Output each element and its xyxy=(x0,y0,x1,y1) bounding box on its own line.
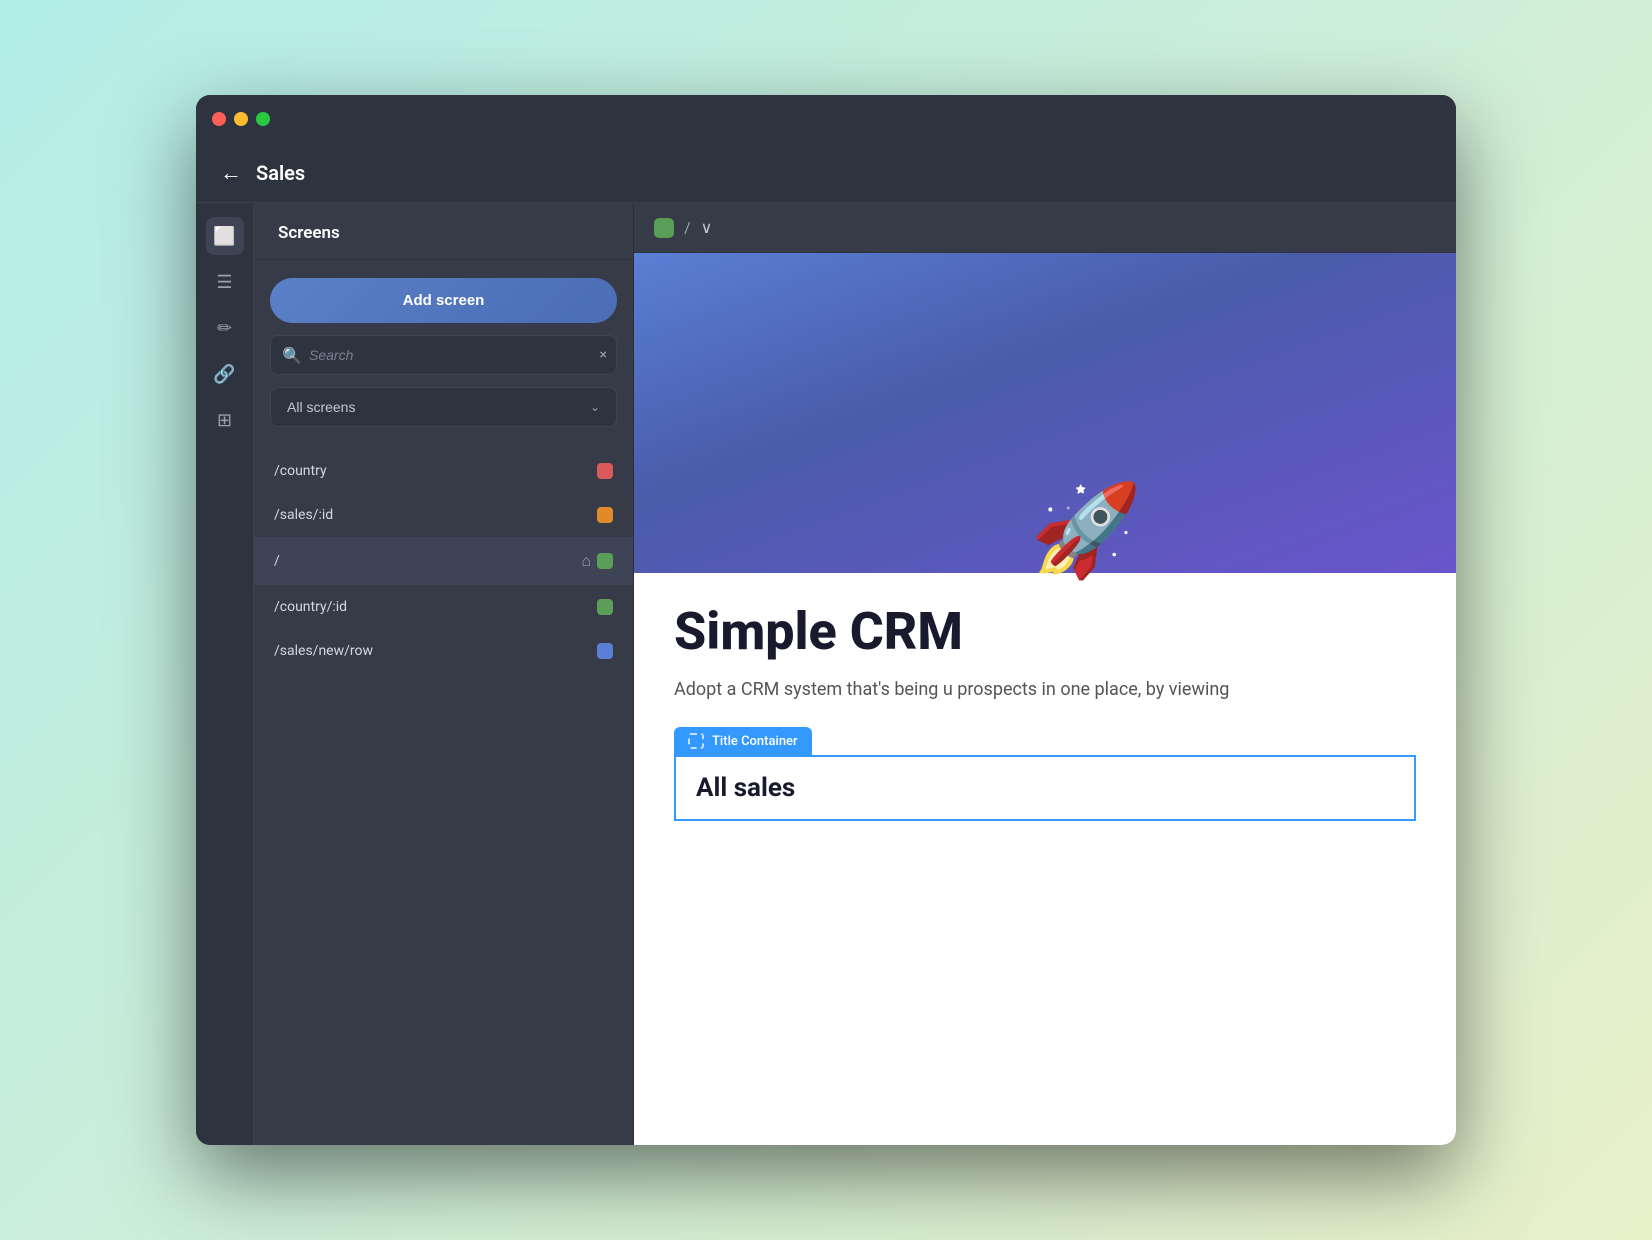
screen-item-sales-id[interactable]: /sales/:id xyxy=(254,493,633,537)
app-window: ← Sales ⬜ ☰ ✏ 🔗 ⊞ Screens xyxy=(196,95,1456,1145)
screen-color-indicator xyxy=(597,643,613,659)
preview-body: Simple CRM Adopt a CRM system that's bei… xyxy=(634,573,1456,1145)
preview-hero: 🚀 xyxy=(634,253,1456,573)
sidebar-item-table[interactable]: ⊞ xyxy=(206,401,244,439)
preview-description: Adopt a CRM system that's being u prospe… xyxy=(674,676,1416,703)
screen-item-sales-new-row[interactable]: /sales/new/row xyxy=(254,629,633,673)
panel-header: Screens xyxy=(254,203,633,260)
screen-item-icons xyxy=(597,507,613,523)
screen-item-root[interactable]: / ⌂ xyxy=(254,537,633,585)
list-icon: ☰ xyxy=(216,272,232,293)
screen-item-icons: ⌂ xyxy=(581,551,613,571)
close-button[interactable] xyxy=(212,112,226,126)
canvas-toolbar: / ∨ xyxy=(634,203,1456,253)
preview-content: 🚀 Simple CRM Adopt a CRM system that's b… xyxy=(634,253,1456,1145)
sidebar-item-brush[interactable]: ✏ xyxy=(206,309,244,347)
panel-title: Screens xyxy=(278,223,340,243)
brush-icon: ✏ xyxy=(217,318,232,339)
sidebar-item-screens[interactable]: ⬜ xyxy=(206,217,244,255)
app-title: Sales xyxy=(256,161,305,185)
toolbar-slash: / xyxy=(684,218,691,237)
screens-filter-dropdown: All screens ⌄ xyxy=(270,387,617,427)
all-sales-box: All sales xyxy=(674,755,1416,821)
screen-item-icons xyxy=(597,599,613,615)
preview-title: Simple CRM xyxy=(674,603,1416,660)
maximize-button[interactable] xyxy=(256,112,270,126)
rocket-emoji: 🚀 xyxy=(1030,478,1142,583)
add-screen-button[interactable]: Add screen xyxy=(270,278,617,323)
toolbar-color-box xyxy=(654,218,674,238)
search-container: 🔍 × xyxy=(270,335,617,375)
panel-body: Add screen 🔍 × All screens ⌄ xyxy=(254,260,633,445)
screen-item-icons xyxy=(597,643,613,659)
screen-path: /country xyxy=(274,463,597,479)
canvas-viewport: 🚀 Simple CRM Adopt a CRM system that's b… xyxy=(634,253,1456,1145)
dropdown-selected-label: All screens xyxy=(287,399,355,415)
chevron-down-icon: ⌄ xyxy=(590,400,600,414)
traffic-lights xyxy=(212,112,270,126)
screen-item-icons xyxy=(597,463,613,479)
title-container-section: Title Container All sales xyxy=(674,727,1416,821)
search-input[interactable] xyxy=(270,335,617,375)
sidebar-item-link[interactable]: 🔗 xyxy=(206,355,244,393)
table-icon: ⊞ xyxy=(217,410,232,431)
home-icon: ⌂ xyxy=(581,551,591,571)
titlebar xyxy=(196,95,1456,143)
screen-path: / xyxy=(274,553,581,569)
screen-item-country[interactable]: /country xyxy=(254,449,633,493)
badge-dashed-icon xyxy=(688,733,704,749)
toolbar-chevron-down-icon[interactable]: ∨ xyxy=(701,218,713,237)
icon-sidebar: ⬜ ☰ ✏ 🔗 ⊞ xyxy=(196,203,254,1145)
all-sales-text: All sales xyxy=(696,773,795,803)
screen-color-indicator xyxy=(597,507,613,523)
screen-item-country-id[interactable]: /country/:id xyxy=(254,585,633,629)
screen-path: /sales/new/row xyxy=(274,643,597,659)
back-button[interactable]: ← xyxy=(220,160,242,186)
search-clear-button[interactable]: × xyxy=(600,347,607,363)
left-panel: Screens Add screen 🔍 × All screens ⌄ xyxy=(254,203,634,1145)
screen-list: /country /sales/:id / ⌂ xyxy=(254,449,633,673)
screen-color-indicator xyxy=(597,553,613,569)
minimize-button[interactable] xyxy=(234,112,248,126)
app-header: ← Sales xyxy=(196,143,1456,203)
dropdown-button[interactable]: All screens ⌄ xyxy=(270,387,617,427)
screen-color-indicator xyxy=(597,599,613,615)
screen-path: /sales/:id xyxy=(274,507,597,523)
screen-color-indicator xyxy=(597,463,613,479)
title-container-badge: Title Container xyxy=(674,727,812,755)
main-content: ⬜ ☰ ✏ 🔗 ⊞ Screens Add screen xyxy=(196,203,1456,1145)
title-container-label: Title Container xyxy=(712,734,798,749)
sidebar-item-list[interactable]: ☰ xyxy=(206,263,244,301)
screen-path: /country/:id xyxy=(274,599,597,615)
canvas-area: / ∨ 🚀 Simple CRM Adopt a CRM system that… xyxy=(634,203,1456,1145)
screen-icon: ⬜ xyxy=(213,226,235,247)
link-icon: 🔗 xyxy=(213,364,235,385)
preview-frame: 🚀 Simple CRM Adopt a CRM system that's b… xyxy=(634,253,1456,1145)
